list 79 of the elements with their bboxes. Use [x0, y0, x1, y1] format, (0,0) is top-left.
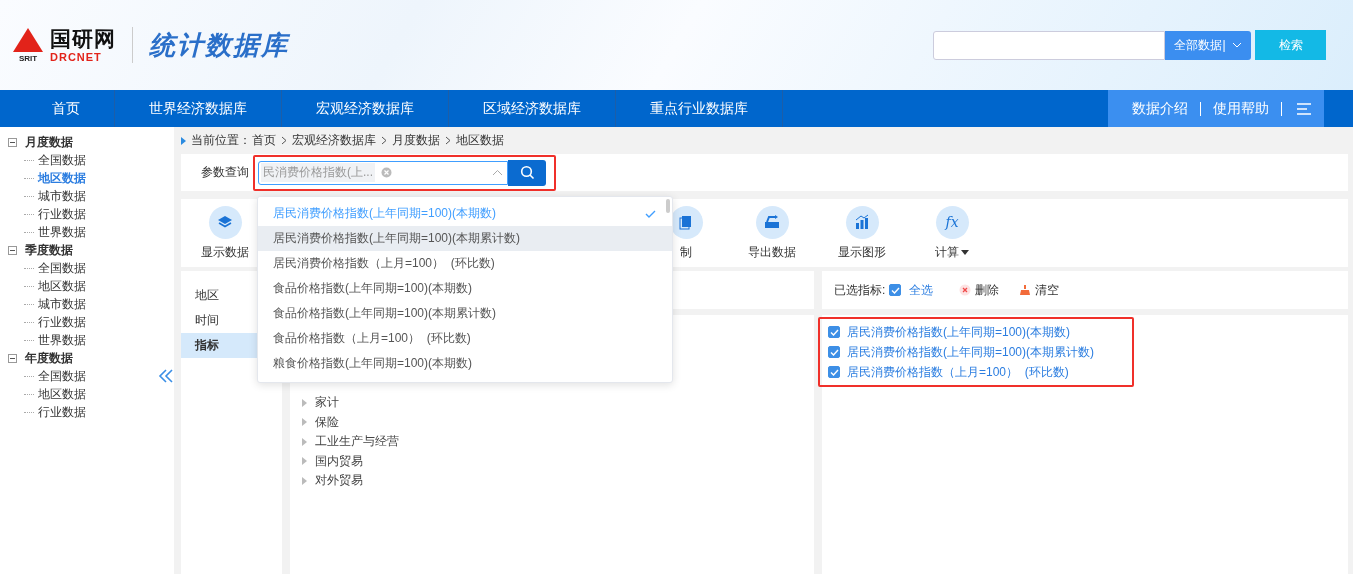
triangle-right-icon[interactable] [302, 457, 307, 466]
triangle-right-icon[interactable] [302, 398, 307, 407]
dropdown-option[interactable]: 食品价格指数(上年同期=100)(本期累计数) [258, 301, 672, 326]
tree-item[interactable]: 城市数据 [38, 295, 86, 313]
tree-item[interactable]: 对外贸易 [315, 472, 363, 490]
tree-item[interactable]: 全国数据 [38, 259, 86, 277]
tree-item[interactable]: 行业数据 [38, 205, 86, 223]
tree-item[interactable]: 国内贸易 [315, 452, 363, 470]
double-chevron-left-icon[interactable] [158, 368, 174, 383]
checkbox[interactable] [828, 326, 840, 338]
checkbox[interactable] [889, 284, 902, 296]
tree-item[interactable]: 全国数据 [38, 367, 86, 385]
checkbox[interactable] [828, 346, 840, 358]
delete-link[interactable]: 删除 [975, 281, 1000, 299]
checkbox[interactable] [828, 366, 840, 378]
chevron-down-icon [1231, 42, 1242, 48]
clear-icon[interactable] [381, 167, 392, 178]
logo-triangle-icon [10, 26, 46, 53]
menu-icon[interactable] [1296, 101, 1312, 116]
bar-chart-icon [845, 205, 879, 239]
breadcrumb-link[interactable]: 首页 [252, 132, 276, 149]
site-title: 统计数据库 [149, 28, 289, 62]
tree-item[interactable]: 保险 [315, 413, 339, 431]
tree-item[interactable]: 全国数据 [38, 151, 86, 169]
selected-indicator[interactable]: 居民消费价格指数(上年同期=100)(本期数) [847, 323, 1070, 341]
dropdown-option[interactable]: 食品价格指数(上年同期=100)(本期数) [258, 276, 672, 301]
tree-item[interactable]: 世界数据 [38, 331, 86, 349]
selected-label: 已选指标: [834, 281, 886, 299]
search-field[interactable] [933, 30, 1165, 60]
tree-item[interactable]: 行业数据 [38, 403, 86, 421]
checkmark-icon [645, 209, 656, 218]
clear-link[interactable]: 清空 [1035, 281, 1060, 299]
tree-item[interactable]: 家计 [315, 394, 339, 412]
selected-indicator[interactable]: 居民消费价格指数（上月=100） (环比数) [847, 363, 1069, 381]
select-all-link[interactable]: 全选 [909, 281, 934, 299]
logo-text: 国研网 [50, 26, 116, 51]
triangle-right-icon[interactable] [302, 437, 307, 446]
tree-item[interactable]: 地区数据 [38, 385, 86, 403]
triangle-right-icon[interactable] [302, 476, 307, 485]
tree-item[interactable]: 城市数据 [38, 187, 86, 205]
chevron-up-icon[interactable] [492, 169, 503, 176]
breadcrumb-link[interactable]: 宏观经济数据库 [292, 132, 376, 149]
search-button[interactable] [508, 159, 546, 186]
layers-icon [208, 205, 242, 239]
triangle-right-icon[interactable] [302, 418, 307, 427]
breadcrumb-label: 当前位置： [191, 132, 251, 149]
tree-group-label[interactable]: 月度数据 [25, 133, 73, 151]
search-icon [519, 165, 535, 180]
dropdown-option[interactable]: 居民消费价格指数(上年同期=100)(本期累计数) [258, 226, 672, 251]
logo-subtext: SRIT [18, 53, 38, 64]
selected-indicator[interactable]: 居民消费价格指数(上年同期=100)(本期累计数) [847, 343, 1094, 361]
function-icon: fx [935, 205, 969, 239]
triangle-right-icon [181, 136, 186, 145]
caret-down-icon [961, 249, 969, 255]
toolbar-button[interactable]: 导出数据 [727, 205, 817, 261]
query-label: 参数查询 [201, 164, 249, 181]
collapse-icon[interactable] [8, 353, 17, 363]
tree-item[interactable]: 地区数据 [38, 277, 86, 295]
chevron-right-icon [445, 136, 451, 145]
chevron-right-icon [281, 136, 287, 145]
chevron-right-icon [381, 136, 387, 145]
toolbar-button[interactable]: fx 计算 [907, 205, 997, 261]
tree-item[interactable]: 工业生产与经营 [315, 433, 399, 451]
tree-item[interactable]: 世界数据 [38, 223, 86, 241]
x-circle-icon[interactable] [959, 284, 972, 296]
selected-tag: 民消费价格指数(上... [261, 163, 375, 182]
breadcrumb-link[interactable]: 地区数据 [456, 132, 504, 149]
tree-group-label[interactable]: 季度数据 [25, 241, 73, 259]
scrollbar[interactable] [666, 199, 670, 213]
tree-item[interactable]: 行业数据 [38, 313, 86, 331]
collapse-icon[interactable] [8, 137, 17, 147]
nav-item[interactable]: 首页 [0, 90, 115, 127]
tree-item[interactable]: 地区数据 [38, 169, 86, 187]
broom-icon[interactable] [1019, 284, 1032, 296]
collapse-icon[interactable] [8, 245, 17, 255]
tree-group-label[interactable]: 年度数据 [25, 349, 73, 367]
logo-subtext: DRCNET [50, 50, 102, 64]
toolbar-button[interactable]: 显示图形 [817, 205, 907, 261]
breadcrumb-link[interactable]: 月度数据 [392, 132, 440, 149]
